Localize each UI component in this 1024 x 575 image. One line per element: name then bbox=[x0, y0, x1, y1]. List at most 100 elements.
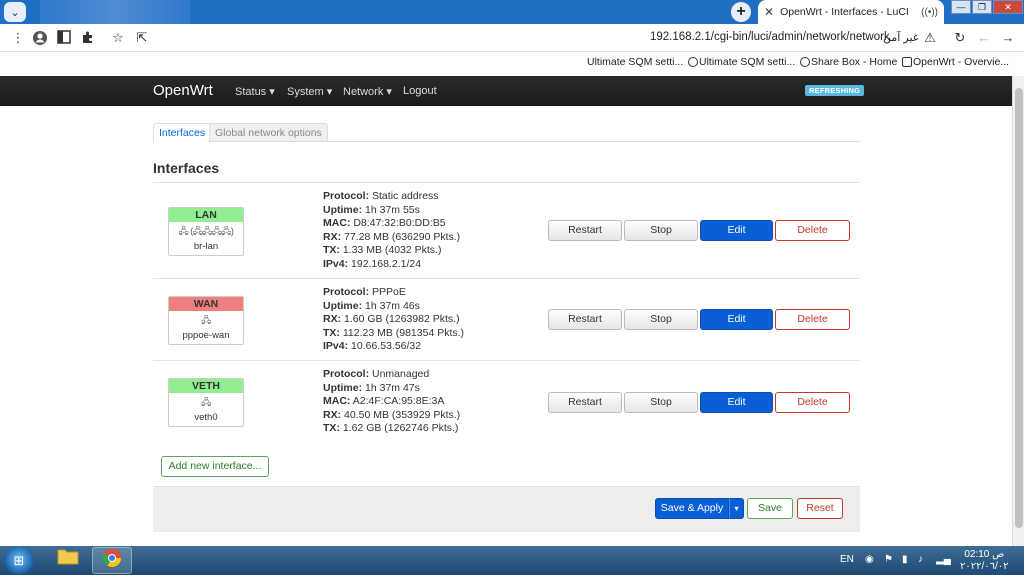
side-panel-icon[interactable] bbox=[56, 30, 72, 46]
save-apply-dropdown-button[interactable]: ▾ bbox=[729, 498, 744, 519]
tab-close-icon[interactable]: ✕ bbox=[764, 5, 774, 19]
tab-interfaces[interactable]: Interfaces bbox=[153, 123, 212, 142]
menu-dots-icon[interactable]: ⋮ bbox=[10, 30, 26, 46]
address-bar-url[interactable]: 192.168.2.1/cgi-bin/luci/admin/network/n… bbox=[650, 31, 890, 43]
interface-device: veth0 bbox=[194, 412, 218, 423]
info-line: Protocol: Unmanaged bbox=[323, 368, 430, 380]
battery-icon[interactable]: ▮ bbox=[902, 554, 908, 565]
restart-button[interactable]: Restart bbox=[548, 392, 622, 413]
browser-tab-strip: ⌄ + ✕ OpenWrt - Interfaces - LuCI ((•)) … bbox=[0, 0, 1024, 24]
bookmark-label: OpenWrt - Overvie... bbox=[913, 56, 1010, 68]
stop-button[interactable]: Stop bbox=[624, 392, 698, 413]
edit-button[interactable]: Edit bbox=[700, 309, 773, 330]
tab-broadcast-icon: ((•)) bbox=[921, 6, 938, 18]
share-icon[interactable]: ⇱ bbox=[134, 30, 150, 46]
add-interface-button[interactable]: Add new interface... bbox=[161, 456, 269, 477]
edit-button[interactable]: Edit bbox=[700, 220, 773, 241]
page-scrollbar[interactable] bbox=[1012, 76, 1024, 546]
row-divider bbox=[153, 360, 860, 361]
forward-icon[interactable]: ← bbox=[976, 30, 992, 46]
bridge-ports-icon: 🖧 (🖧🖧🖧🖧) bbox=[178, 226, 234, 236]
refreshing-badge[interactable]: REFRESHING bbox=[805, 85, 865, 96]
info-line: Protocol: Static address bbox=[323, 190, 439, 202]
tab-strip-background bbox=[40, 0, 190, 24]
save-apply-button[interactable]: Save & Apply bbox=[655, 498, 729, 519]
stop-button[interactable]: Stop bbox=[624, 220, 698, 241]
reset-button[interactable]: Reset bbox=[797, 498, 843, 519]
file-explorer-icon[interactable] bbox=[48, 547, 88, 574]
interface-badge-lan: LAN 🖧 (🖧🖧🖧🖧) br-lan bbox=[168, 207, 244, 256]
bookmark-star-icon[interactable]: ☆ bbox=[110, 30, 126, 46]
menu-logout[interactable]: Logout bbox=[403, 85, 437, 97]
info-line: TX: 1.33 MB (4032 Pkts.) bbox=[323, 244, 442, 256]
info-line: MAC: D8:47:32:B0:DD:B5 bbox=[323, 217, 446, 229]
info-line: Uptime: 1h 37m 55s bbox=[323, 203, 420, 216]
info-line: TX: 112.23 MB (981354 Pkts.) bbox=[323, 326, 465, 339]
interface-device: br-lan bbox=[193, 241, 219, 252]
interface-name: WAN bbox=[169, 297, 243, 311]
interface-badge-veth: VETH 🖧 veth0 bbox=[168, 378, 244, 427]
profile-icon[interactable] bbox=[32, 30, 48, 46]
bookmark-item[interactable]: Ultimate SQM setti... bbox=[699, 56, 811, 68]
scrollbar-thumb[interactable] bbox=[1015, 88, 1023, 528]
section-title: Interfaces bbox=[153, 160, 220, 176]
info-line: IPv4: 10.66.53.56/32 bbox=[323, 340, 422, 352]
network-icon[interactable]: ◉ bbox=[865, 554, 874, 565]
restart-button[interactable]: Restart bbox=[548, 309, 622, 330]
restart-button[interactable]: Restart bbox=[548, 220, 622, 241]
chrome-icon[interactable] bbox=[92, 547, 132, 574]
ethernet-port-icon: 🖧 bbox=[201, 315, 211, 325]
info-line: TX: 1.62 GB (1262746 Pkts.) bbox=[323, 422, 459, 434]
menu-status[interactable]: Status ▾ bbox=[235, 85, 275, 98]
flag-icon[interactable]: ⚑ bbox=[884, 554, 893, 565]
extensions-icon[interactable] bbox=[80, 30, 96, 46]
bookmarks-bar: Ultimate SQM setti... Ultimate SQM setti… bbox=[0, 52, 1024, 76]
brand-logo[interactable]: OpenWrt bbox=[153, 82, 213, 99]
info-line: RX: 40.50 MB (353929 Pkts.) bbox=[323, 408, 461, 421]
speaker-icon[interactable]: ♪ bbox=[918, 554, 923, 565]
page-viewport: OpenWrt Status ▾ System ▾ Network ▾ Logo… bbox=[0, 76, 1012, 546]
language-indicator[interactable]: EN bbox=[840, 554, 854, 565]
menu-system[interactable]: System ▾ bbox=[287, 85, 332, 98]
new-tab-button[interactable]: + bbox=[731, 2, 751, 22]
interface-badge-wan: WAN 🖧 pppoe-wan bbox=[168, 296, 244, 345]
back-icon[interactable]: → bbox=[1000, 30, 1016, 46]
reload-icon[interactable]: ↻ bbox=[952, 30, 968, 46]
clock-time: 02:10 ص bbox=[964, 549, 1005, 560]
tab-title: OpenWrt - Interfaces - LuCI bbox=[780, 6, 909, 18]
info-line: Uptime: 1h 37m 47s bbox=[323, 381, 420, 394]
bookmark-item[interactable]: Share Box - Home bbox=[811, 56, 913, 68]
save-button[interactable]: Save bbox=[747, 498, 793, 519]
tab-global-network-options[interactable]: Global network options bbox=[209, 123, 328, 142]
row-divider bbox=[153, 182, 860, 183]
start-button[interactable]: ⊞ bbox=[4, 547, 34, 574]
row-divider bbox=[153, 278, 860, 279]
clock-date: ٢٠٢٢/٠٦/٠٢ bbox=[960, 561, 1009, 572]
info-line: RX: 1.60 GB (1263982 Pkts.) bbox=[323, 313, 460, 325]
edit-button[interactable]: Edit bbox=[700, 392, 773, 413]
tab-list-button[interactable]: ⌄ bbox=[4, 2, 26, 22]
delete-button[interactable]: Delete bbox=[775, 309, 850, 330]
menu-network[interactable]: Network ▾ bbox=[343, 85, 392, 98]
info-line: RX: 77.28 MB (636290 Pkts.) bbox=[323, 230, 461, 243]
windows-taskbar: ⊞ EN ◉ ⚑ ▮ ♪ ▂▄ 02:10 ص ٢٠٢٢/٠٦/٠٢ bbox=[0, 546, 1024, 575]
interface-name: LAN bbox=[169, 208, 243, 222]
signal-icon[interactable]: ▂▄ bbox=[936, 554, 951, 565]
browser-tab[interactable]: ✕ OpenWrt - Interfaces - LuCI ((•)) bbox=[758, 0, 944, 24]
delete-button[interactable]: Delete bbox=[775, 220, 850, 241]
info-line: IPv4: 192.168.2.1/24 bbox=[323, 257, 422, 270]
ethernet-port-icon: 🖧 bbox=[201, 397, 211, 407]
security-label[interactable]: غير آمن bbox=[883, 31, 919, 44]
window-close-button[interactable]: ✕ bbox=[993, 0, 1023, 14]
warning-icon[interactable]: ⚠ bbox=[922, 30, 938, 46]
system-clock[interactable]: 02:10 ص ٢٠٢٢/٠٦/٠٢ bbox=[960, 549, 1009, 573]
bookmark-label: Ultimate SQM setti... bbox=[587, 56, 684, 68]
info-line: Protocol: PPPoE bbox=[323, 286, 406, 298]
window-minimize-button[interactable]: — bbox=[951, 0, 971, 14]
bookmark-item[interactable]: Ultimate SQM setti... bbox=[587, 56, 699, 68]
bookmark-item[interactable]: OpenWrt - Overvie... bbox=[913, 56, 1009, 68]
stop-button[interactable]: Stop bbox=[624, 309, 698, 330]
interface-info-wan: Protocol: PPPoE Uptime: 1h 37m 46s RX: 1… bbox=[323, 286, 464, 354]
window-restore-button[interactable]: ❐ bbox=[972, 0, 992, 14]
delete-button[interactable]: Delete bbox=[775, 392, 850, 413]
